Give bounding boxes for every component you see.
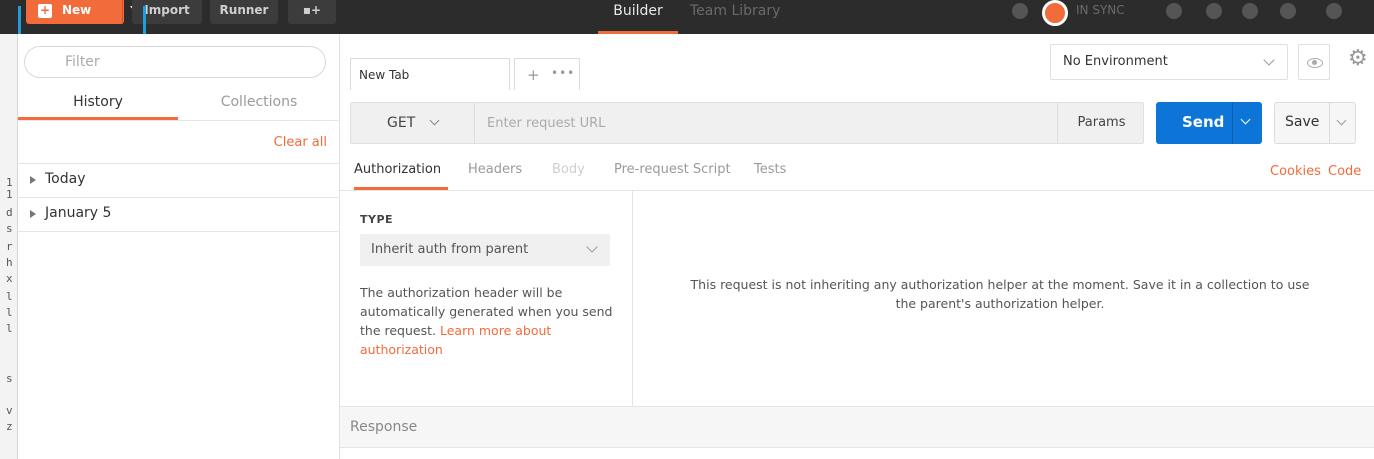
auth-type-select[interactable]: Inherit auth from parent xyxy=(360,234,610,266)
new-window-button[interactable]: ▪+ xyxy=(288,0,336,24)
triangle-right-icon xyxy=(30,176,36,184)
tab-tests[interactable]: Tests xyxy=(754,162,786,190)
history-group-today[interactable]: Today xyxy=(18,164,340,198)
save-divider xyxy=(1329,103,1330,143)
auth-type-panel: TYPE Inherit auth from parent The author… xyxy=(340,191,633,407)
auth-type-value: Inherit auth from parent xyxy=(371,242,529,257)
chevron-down-icon xyxy=(429,115,440,126)
edge-char: l xyxy=(6,290,13,303)
edge-char: z xyxy=(6,420,13,433)
edge-char: x xyxy=(6,272,13,285)
new-window-icon: ▪+ xyxy=(302,3,322,17)
satellite-icon[interactable] xyxy=(1012,3,1028,19)
app-header: + New Import Runner ▪+ Builder Team Libr… xyxy=(0,0,1374,34)
chat-icon[interactable] xyxy=(1206,3,1222,19)
sidebar-divider xyxy=(18,120,340,121)
environment-select[interactable]: No Environment xyxy=(1050,44,1288,80)
user-icon[interactable] xyxy=(1326,3,1342,19)
url-bar: GET Params xyxy=(350,102,1144,144)
edge-char: s xyxy=(6,222,13,235)
auth-message: This request is not inheriting any autho… xyxy=(690,277,1310,311)
add-tab-icon[interactable]: + xyxy=(527,66,540,84)
triangle-right-icon xyxy=(30,210,36,218)
filter-input[interactable] xyxy=(24,46,326,78)
params-button[interactable]: Params xyxy=(1057,103,1145,143)
edge-char: h xyxy=(6,256,13,269)
tab-builder[interactable]: Builder xyxy=(598,0,678,34)
eye-icon xyxy=(1307,58,1323,68)
edge-char: l xyxy=(6,306,13,319)
send-divider xyxy=(1232,102,1233,144)
tab-team-library[interactable]: Team Library xyxy=(690,0,794,34)
tab-headers[interactable]: Headers xyxy=(468,162,522,190)
type-label: TYPE xyxy=(360,213,394,226)
clear-all-link[interactable]: Clear all xyxy=(274,135,327,150)
tab-body[interactable]: Body xyxy=(552,162,585,190)
edge-char: l xyxy=(6,322,13,335)
tab-actions: + ••• xyxy=(514,58,580,90)
sidebar: History Collections Clear all Today Janu… xyxy=(18,34,340,459)
save-button[interactable]: Save xyxy=(1274,102,1356,144)
background-window-strip: 1 1 d s r h x l l l s v z xyxy=(0,0,18,459)
chevron-down-icon xyxy=(1263,54,1275,66)
chevron-down-icon xyxy=(586,241,598,253)
history-group-january-5[interactable]: January 5 xyxy=(18,198,340,232)
chevron-down-icon[interactable] xyxy=(1240,114,1251,125)
edge-char: v xyxy=(6,404,13,417)
edge-char: r xyxy=(6,240,13,253)
edge-char: d xyxy=(6,206,13,219)
send-button-label: Send xyxy=(1182,113,1225,131)
bell-icon[interactable] xyxy=(1242,3,1258,19)
sync-orb-icon[interactable] xyxy=(1042,0,1068,26)
environment-quick-look-button[interactable] xyxy=(1298,44,1330,80)
url-input[interactable] xyxy=(475,103,1055,143)
auth-description: The authorization header will be automat… xyxy=(360,283,622,359)
runner-button[interactable]: Runner xyxy=(210,0,278,24)
tab-history[interactable]: History xyxy=(18,90,178,120)
method-select[interactable]: GET xyxy=(351,103,475,143)
sync-status: IN SYNC xyxy=(1076,3,1125,17)
send-button[interactable]: Send xyxy=(1156,102,1262,144)
cookies-link[interactable]: Cookies xyxy=(1270,164,1321,179)
history-group-label: January 5 xyxy=(45,205,112,221)
request-tab[interactable]: New Tab xyxy=(350,58,510,90)
tab-collections[interactable]: Collections xyxy=(178,90,340,120)
wrench-icon[interactable] xyxy=(1166,3,1182,19)
tab-authorization[interactable]: Authorization xyxy=(354,162,448,190)
method-value: GET xyxy=(387,115,416,131)
heart-icon[interactable] xyxy=(1280,3,1296,19)
main-panel: New Tab + ••• No Environment ⚙ GET Param… xyxy=(340,34,1374,459)
more-icon[interactable]: ••• xyxy=(551,66,575,80)
gear-icon[interactable]: ⚙ xyxy=(1348,48,1368,70)
history-group-label: Today xyxy=(45,171,86,187)
chevron-down-icon[interactable] xyxy=(1336,115,1347,126)
response-header: Response xyxy=(340,406,1374,448)
edge-char: 1 xyxy=(6,188,13,201)
code-link[interactable]: Code xyxy=(1328,164,1361,179)
environment-value: No Environment xyxy=(1063,54,1168,69)
save-button-label: Save xyxy=(1285,114,1320,130)
tab-pre-request-script[interactable]: Pre-request Script xyxy=(614,162,731,190)
edge-char: s xyxy=(6,372,13,385)
